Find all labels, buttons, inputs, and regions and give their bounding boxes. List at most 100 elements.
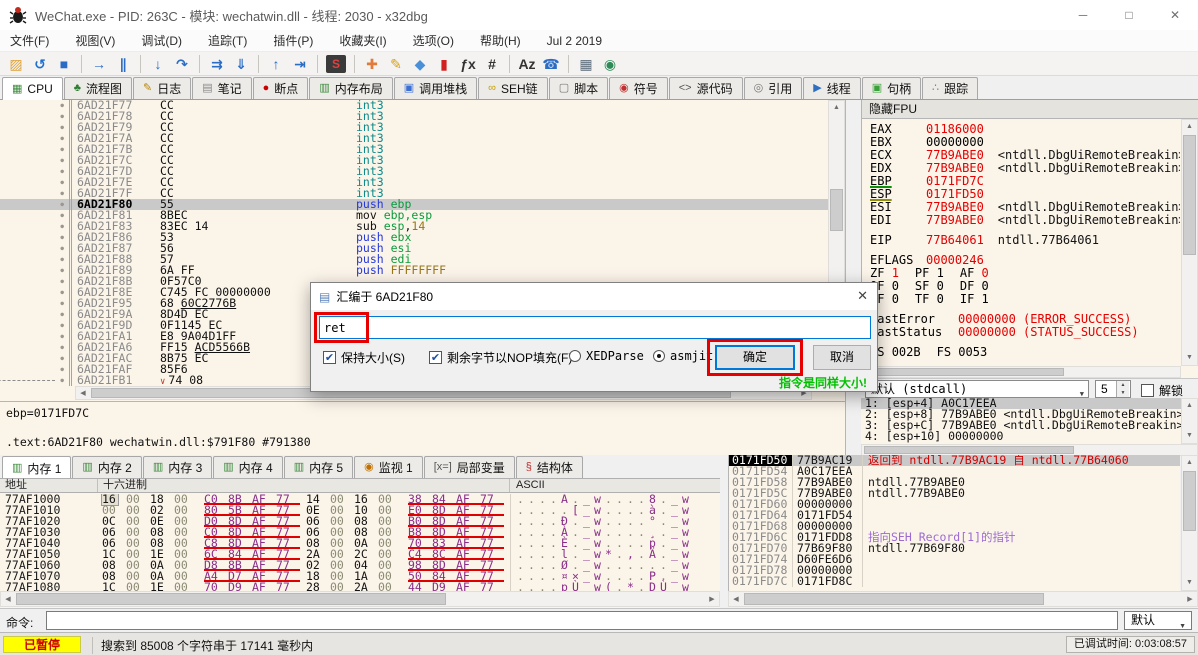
breakpoint-gutter[interactable]: ● xyxy=(0,133,72,144)
scroll-down-icon[interactable]: ▼ xyxy=(1182,576,1197,590)
scroll-thumb[interactable] xyxy=(864,446,1074,454)
pause-icon[interactable]: ∥ xyxy=(111,53,135,75)
scroll-left-icon[interactable]: ◀ xyxy=(729,595,743,603)
tab-watch-1[interactable]: ◉监视 1 xyxy=(354,456,423,478)
scroll-up-icon[interactable]: ▲ xyxy=(1182,456,1197,470)
close-button[interactable]: ✕ xyxy=(1152,0,1198,30)
scroll-down-icon[interactable]: ▼ xyxy=(1182,429,1197,443)
minimize-button[interactable]: ─ xyxy=(1060,0,1106,30)
register-row[interactable]: EDI77B9ABE0<ntdll.DbgUiRemoteBreakin> xyxy=(870,214,1180,227)
scroll-thumb[interactable] xyxy=(1183,471,1196,531)
globe-icon[interactable]: ◉ xyxy=(598,53,622,75)
command-script-select[interactable]: 默认 ▼ xyxy=(1124,611,1192,630)
run-icon[interactable]: → xyxy=(87,53,111,75)
cancel-button[interactable]: 取消 xyxy=(813,345,871,370)
breakpoint-gutter[interactable]: ● xyxy=(0,177,72,188)
breakpoint-gutter[interactable]: ● xyxy=(0,342,72,353)
tab-breakpoints[interactable]: ●断点 xyxy=(253,77,309,99)
step-over-icon[interactable]: ↷ xyxy=(170,53,194,75)
execute-till-return-icon[interactable]: ⇓ xyxy=(229,53,253,75)
breakpoint-gutter[interactable]: ● xyxy=(0,298,72,309)
dialog-title-bar[interactable]: ▤ 汇编于 6AD21F80 ✕ xyxy=(311,283,877,310)
stop-icon[interactable]: ■ xyxy=(52,53,76,75)
step-into-icon[interactable]: ↓ xyxy=(146,53,170,75)
animate-stepping-icon[interactable]: S xyxy=(326,55,346,73)
breakpoint-gutter[interactable]: ● xyxy=(0,287,72,298)
arg-count-stepper[interactable]: 5 ▲▼ xyxy=(1095,380,1131,398)
breakpoint-gutter[interactable]: ● xyxy=(0,155,72,166)
register-row[interactable]: LastStatus00000000 (STATUS_SUCCESS) xyxy=(870,326,1180,339)
args-vscrollbar[interactable]: ▲ ▼ xyxy=(1181,398,1198,444)
breakpoint-gutter[interactable]: ● xyxy=(0,243,72,254)
tab-symbols[interactable]: ◉符号 xyxy=(609,77,668,99)
comment-icon[interactable]: ✎ xyxy=(384,53,408,75)
scroll-right-icon[interactable]: ▶ xyxy=(705,595,719,603)
tab-dump-2[interactable]: ▥内存 2 xyxy=(72,456,141,478)
menu-item[interactable]: 调试(D) xyxy=(141,32,182,49)
stack-row[interactable]: 0171FD7C0171FD8C xyxy=(729,576,1180,587)
calculator-icon[interactable]: ▦ xyxy=(574,53,598,75)
pane-splitter[interactable] xyxy=(720,455,728,607)
tab-struct[interactable]: §结构体 xyxy=(516,456,583,478)
breakpoint-gutter[interactable]: ● xyxy=(0,375,72,386)
breakpoint-gutter[interactable]: ● xyxy=(0,276,72,287)
ok-button[interactable]: 确定 xyxy=(715,345,795,370)
breakpoint-gutter[interactable]: ● xyxy=(0,364,72,375)
menu-item[interactable]: 文件(F) xyxy=(10,32,49,49)
tab-notes[interactable]: ▤笔记 xyxy=(192,77,251,99)
strings-icon[interactable]: Az xyxy=(515,53,539,75)
run-to-user-code-icon[interactable]: ⇥ xyxy=(288,53,312,75)
stack-hscrollbar[interactable]: ◀ ▶ xyxy=(728,591,1198,607)
tab-dump-3[interactable]: ▥内存 3 xyxy=(143,456,212,478)
scroll-right-icon[interactable]: ▶ xyxy=(1183,595,1197,603)
scroll-thumb[interactable] xyxy=(864,368,1064,376)
tab-dump-4[interactable]: ▥内存 4 xyxy=(213,456,282,478)
scroll-thumb[interactable] xyxy=(1183,135,1196,255)
registers-vscrollbar[interactable]: ▲ ▼ xyxy=(1181,119,1198,366)
scroll-left-icon[interactable]: ◀ xyxy=(1,595,15,603)
patch-icon[interactable]: ✚ xyxy=(360,53,384,75)
breakpoint-gutter[interactable]: ● xyxy=(0,309,72,320)
menu-item[interactable]: 视图(V) xyxy=(75,32,115,49)
xedparse-radio[interactable] xyxy=(569,350,581,362)
tab-source[interactable]: <>源代码 xyxy=(669,77,743,99)
bookmark-icon[interactable]: ▮ xyxy=(432,53,456,75)
restart-icon[interactable]: ↺ xyxy=(28,53,52,75)
breakpoint-gutter[interactable]: ● xyxy=(0,221,72,232)
breakpoint-gutter[interactable]: ● xyxy=(0,353,72,364)
maximize-button[interactable]: □ xyxy=(1106,0,1152,30)
scroll-up-icon[interactable]: ▲ xyxy=(829,101,844,115)
tab-dump-5[interactable]: ▥内存 5 xyxy=(284,456,353,478)
breakpoint-gutter[interactable]: ● xyxy=(0,254,72,265)
scroll-thumb[interactable] xyxy=(744,593,1044,605)
register-row[interactable]: EAX01186000 xyxy=(870,123,1180,136)
breakpoint-gutter[interactable]: ● xyxy=(0,210,72,221)
keep-size-checkbox[interactable]: ✔ xyxy=(323,351,336,364)
hide-fpu-button[interactable]: 隐藏FPU xyxy=(862,100,1198,119)
assemble-instruction-input[interactable] xyxy=(319,316,871,339)
menu-item[interactable]: 选项(O) xyxy=(413,32,454,49)
tab-locals[interactable]: [x=]局部变量 xyxy=(424,456,515,478)
asmjit-radio[interactable] xyxy=(653,350,665,362)
stack-arg-row[interactable]: 4: [esp+10] 00000000 xyxy=(861,431,1181,442)
stepper-arrows[interactable]: ▲▼ xyxy=(1116,381,1129,397)
register-row[interactable]: EDX77B9ABE0<ntdll.DbgUiRemoteBreakin> xyxy=(870,162,1180,175)
tab-memory-map[interactable]: ▥内存布局 xyxy=(309,77,392,99)
tab-log[interactable]: ✎日志 xyxy=(133,77,191,99)
run-to-cursor-icon[interactable]: ⇉ xyxy=(205,53,229,75)
menu-item[interactable]: Jul 2 2019 xyxy=(547,34,602,48)
breakpoint-gutter[interactable]: ● xyxy=(0,331,72,342)
scroll-thumb[interactable] xyxy=(830,189,843,231)
breakpoint-gutter[interactable]: ● xyxy=(0,188,72,199)
breakpoint-gutter[interactable]: ● xyxy=(0,320,72,331)
tab-seh[interactable]: ∞SEH链 xyxy=(478,77,548,99)
scroll-thumb[interactable] xyxy=(16,593,446,605)
calling-convention-select[interactable]: 默认 (stdcall) ▼ xyxy=(865,380,1089,398)
breakpoint-gutter[interactable]: ● xyxy=(0,265,72,276)
registers-hscrollbar[interactable] xyxy=(861,366,1181,378)
command-input[interactable] xyxy=(46,611,1118,630)
menu-item[interactable]: 插件(P) xyxy=(273,32,313,49)
fill-nop-checkbox[interactable]: ✔ xyxy=(429,351,442,364)
register-row[interactable]: EIP77B64061ntdll.77B64061 xyxy=(870,234,1180,247)
dialog-close-icon[interactable]: ✕ xyxy=(857,288,868,304)
